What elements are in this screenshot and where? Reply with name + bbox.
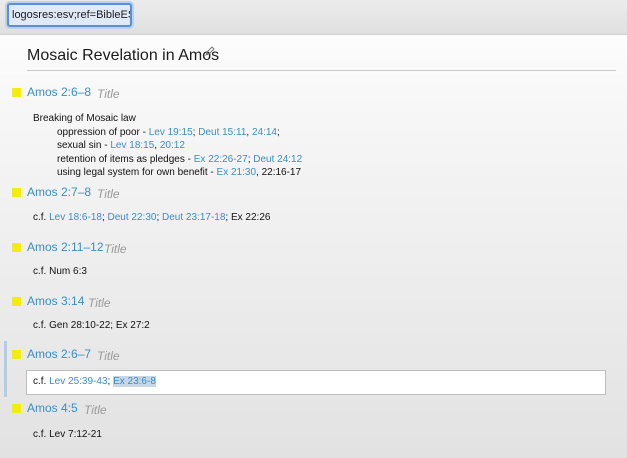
scripture-link[interactable]: Ex 23:6-8 — [113, 376, 156, 387]
address-field-container[interactable] — [7, 3, 132, 27]
toolbar — [0, 0, 627, 35]
highlight-marker — [12, 188, 21, 197]
scripture-link[interactable]: Deut 15:11 — [198, 127, 246, 138]
note-line: c.f. Lev 18:6-18; Deut 22:30; Deut 23:17… — [33, 211, 270, 225]
note-reference-link[interactable]: Amos 3:14 — [27, 294, 84, 308]
scripture-link[interactable]: Lev 18:6-18 — [49, 212, 102, 223]
highlight-marker — [12, 404, 21, 413]
note-line: retention of items as pledges - Ex 22:26… — [33, 153, 302, 167]
note-text: retention of items as pledges - — [57, 153, 194, 165]
note-line: c.f. Lev 7:12-21 — [33, 428, 102, 442]
note-text: Breaking of Mosaic law — [33, 113, 136, 124]
note-body: c.f. Lev 18:6-18; Deut 22:30; Deut 23:17… — [33, 211, 270, 225]
note-body: c.f. Num 6:3 — [33, 265, 87, 279]
note-text: sexual sin - — [57, 140, 111, 151]
note-line: c.f. Num 6:3 — [33, 265, 87, 279]
note-line: oppression of poor - Lev 19:15; Deut 15:… — [33, 126, 302, 140]
note-reference-link[interactable]: Amos 2:6–8 — [27, 85, 91, 99]
note-text: c.f. — [33, 376, 50, 387]
note-title-placeholder[interactable]: Title — [97, 87, 120, 101]
scripture-link[interactable]: Deut 22:30 — [108, 212, 157, 223]
note-edit-box[interactable]: c.f. Lev 25:39-43; Ex 23:6-8 — [26, 370, 606, 395]
note-body: Breaking of Mosaic law oppression of poor… — [33, 112, 302, 180]
note-body: c.f. Gen 28:10-22; Ex 27:2 — [33, 319, 150, 333]
scripture-link[interactable]: 24:14 — [252, 127, 277, 138]
scripture-link[interactable]: Ex 22:26-27 — [194, 154, 248, 165]
note-text: , 22:16-17 — [256, 167, 302, 178]
scripture-link[interactable]: Deut 24:12 — [253, 154, 302, 165]
scripture-link[interactable]: Lev 19:15 — [149, 127, 193, 138]
scripture-link[interactable]: Deut 23:17-18 — [162, 212, 225, 223]
note-reference-link[interactable]: Amos 4:5 — [27, 401, 78, 415]
note-body[interactable]: c.f. Lev 25:39-43; Ex 23:6-8 — [33, 375, 156, 389]
note-title-placeholder[interactable]: Title — [84, 403, 107, 417]
active-note-indicator — [4, 341, 7, 397]
note-text: using legal system for own benefit - — [57, 167, 217, 178]
scripture-link[interactable]: Lev 25:39-43 — [49, 376, 107, 387]
note-body: c.f. Lev 7:12-21 — [33, 428, 102, 442]
highlight-marker — [12, 350, 21, 359]
note-text: oppression of poor - — [57, 126, 149, 138]
note-text: c.f. — [33, 212, 50, 223]
note-text: ; Ex 22:26 — [225, 212, 271, 223]
note-text: ; — [277, 126, 280, 138]
highlight-marker — [12, 243, 21, 252]
note-title-placeholder[interactable]: Title — [104, 242, 127, 256]
scripture-link[interactable]: Ex 21:30 — [217, 167, 256, 178]
highlight-marker — [12, 88, 21, 97]
highlight-marker — [12, 297, 21, 306]
scripture-link[interactable]: Lev 18:15 — [110, 140, 154, 151]
note-text: c.f. Gen 28:10-22; Ex 27:2 — [33, 320, 150, 331]
note-reference-link[interactable]: Amos 2:6–7 — [27, 347, 91, 361]
note-line: Breaking of Mosaic law — [33, 112, 302, 126]
note-line: sexual sin - Lev 18:15, 20:12 — [33, 139, 302, 153]
note-title-placeholder[interactable]: Title — [97, 187, 120, 201]
address-input[interactable] — [9, 5, 130, 25]
note-text: c.f. Num 6:3 — [33, 266, 87, 277]
note-reference-link[interactable]: Amos 2:7–8 — [27, 185, 91, 199]
scripture-link[interactable]: 20:12 — [160, 140, 185, 151]
note-line: c.f. Gen 28:10-22; Ex 27:2 — [33, 319, 150, 333]
note-title-placeholder[interactable]: Title — [88, 296, 111, 310]
note-line: using legal system for own benefit - Ex … — [33, 166, 302, 180]
note-title-placeholder[interactable]: Title — [97, 349, 120, 363]
page-title: Mosaic Revelation in Amos — [27, 47, 220, 64]
note-line: c.f. Lev 25:39-43; Ex 23:6-8 — [33, 375, 156, 389]
pencil-icon[interactable] — [204, 45, 216, 57]
note-reference-link[interactable]: Amos 2:11–12 — [27, 240, 104, 254]
title-divider — [27, 70, 616, 71]
note-text: c.f. Lev 7:12-21 — [33, 429, 102, 440]
